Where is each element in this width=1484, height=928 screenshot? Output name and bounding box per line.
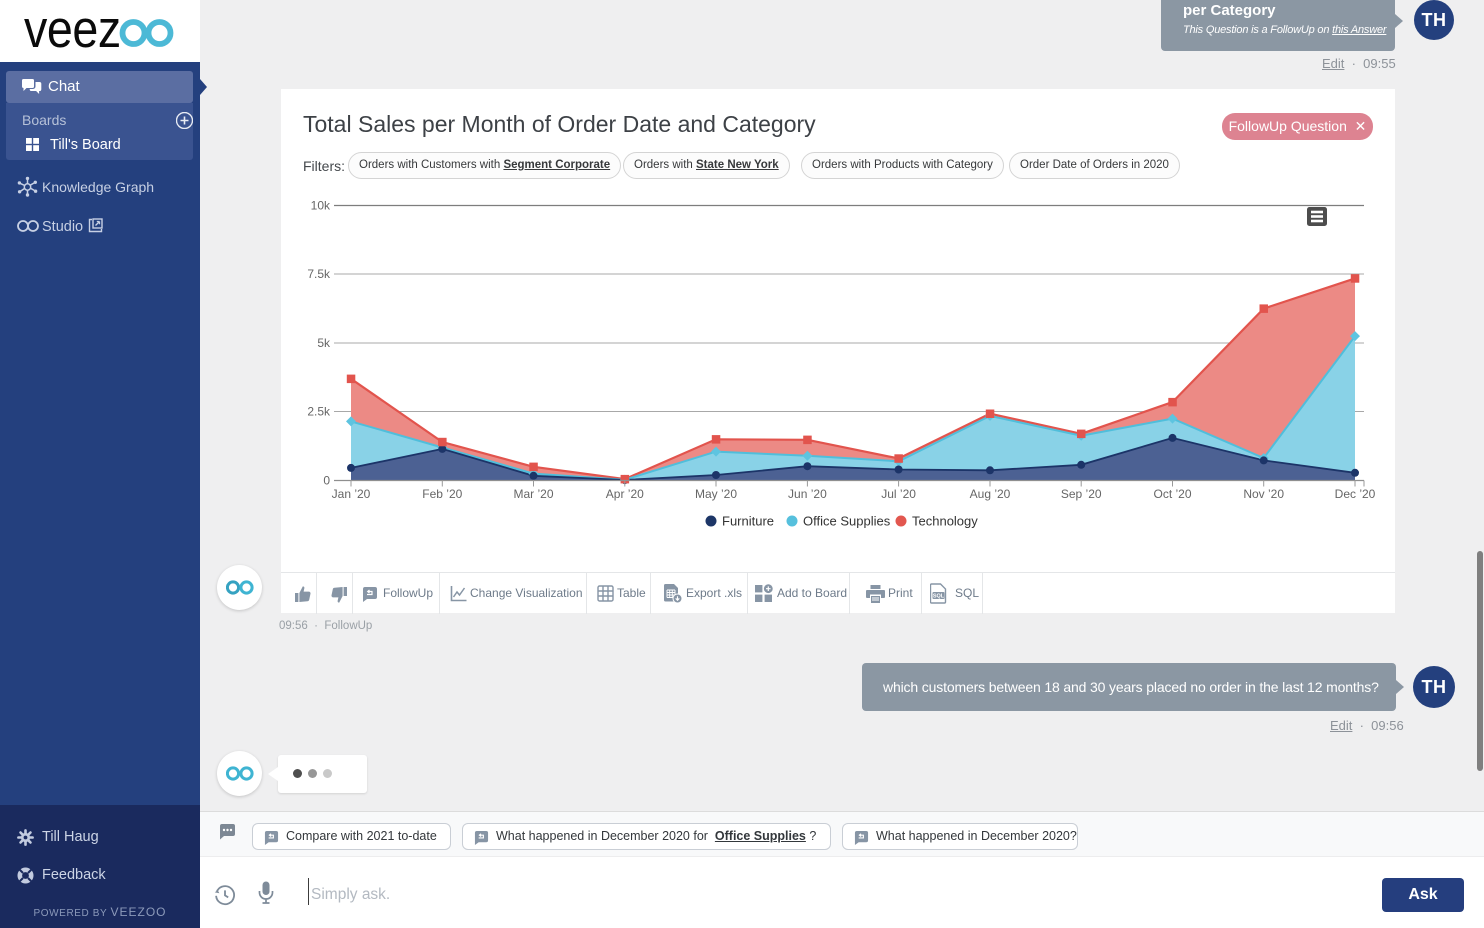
svg-text:10k: 10k	[311, 199, 331, 213]
svg-text:Nov ’20: Nov ’20	[1243, 487, 1284, 501]
svg-text:SQL: SQL	[933, 594, 945, 600]
svg-text:Mar ’20: Mar ’20	[513, 487, 553, 501]
svg-text:Apr ’20: Apr ’20	[606, 487, 644, 501]
svg-text:Aug ’20: Aug ’20	[970, 487, 1011, 501]
svg-text:Technology: Technology	[912, 514, 978, 529]
svg-text:5k: 5k	[317, 336, 331, 350]
svg-text:Sep ’20: Sep ’20	[1061, 487, 1102, 501]
svg-text:Dec ’20: Dec ’20	[1335, 487, 1376, 501]
svg-text:Jul ’20: Jul ’20	[881, 487, 916, 501]
svg-text:0: 0	[323, 474, 330, 488]
svg-text:2.5k: 2.5k	[307, 405, 331, 419]
svg-text:Jan ’20: Jan ’20	[332, 487, 371, 501]
svg-text:Office Supplies: Office Supplies	[803, 514, 891, 529]
svg-text:Jun ’20: Jun ’20	[788, 487, 827, 501]
svg-text:7.5k: 7.5k	[307, 267, 331, 281]
svg-text:Oct ’20: Oct ’20	[1153, 487, 1191, 501]
svg-text:Feb ’20: Feb ’20	[422, 487, 462, 501]
svg-text:Furniture: Furniture	[722, 514, 774, 529]
svg-text:May ’20: May ’20	[695, 487, 737, 501]
